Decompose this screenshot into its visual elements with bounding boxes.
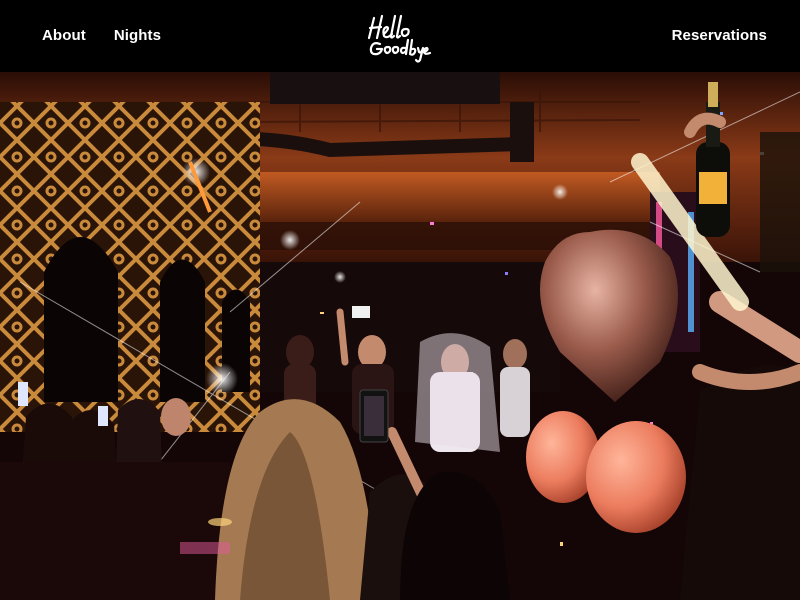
primary-nav: About Nights — [42, 27, 161, 44]
nav-nights-link[interactable]: Nights — [114, 27, 161, 44]
brand-logo[interactable] — [360, 8, 440, 64]
nav-about-link[interactable]: About — [42, 27, 86, 44]
party-photo-illustration — [0, 72, 800, 600]
site-header: About Nights Reservations — [0, 0, 800, 72]
secondary-nav: Reservations — [672, 27, 767, 45]
reservations-link[interactable]: Reservations — [672, 27, 767, 44]
page: About Nights Reservations — [0, 0, 800, 600]
hero-image — [0, 72, 800, 600]
hello-goodbye-logo-icon — [367, 14, 432, 63]
